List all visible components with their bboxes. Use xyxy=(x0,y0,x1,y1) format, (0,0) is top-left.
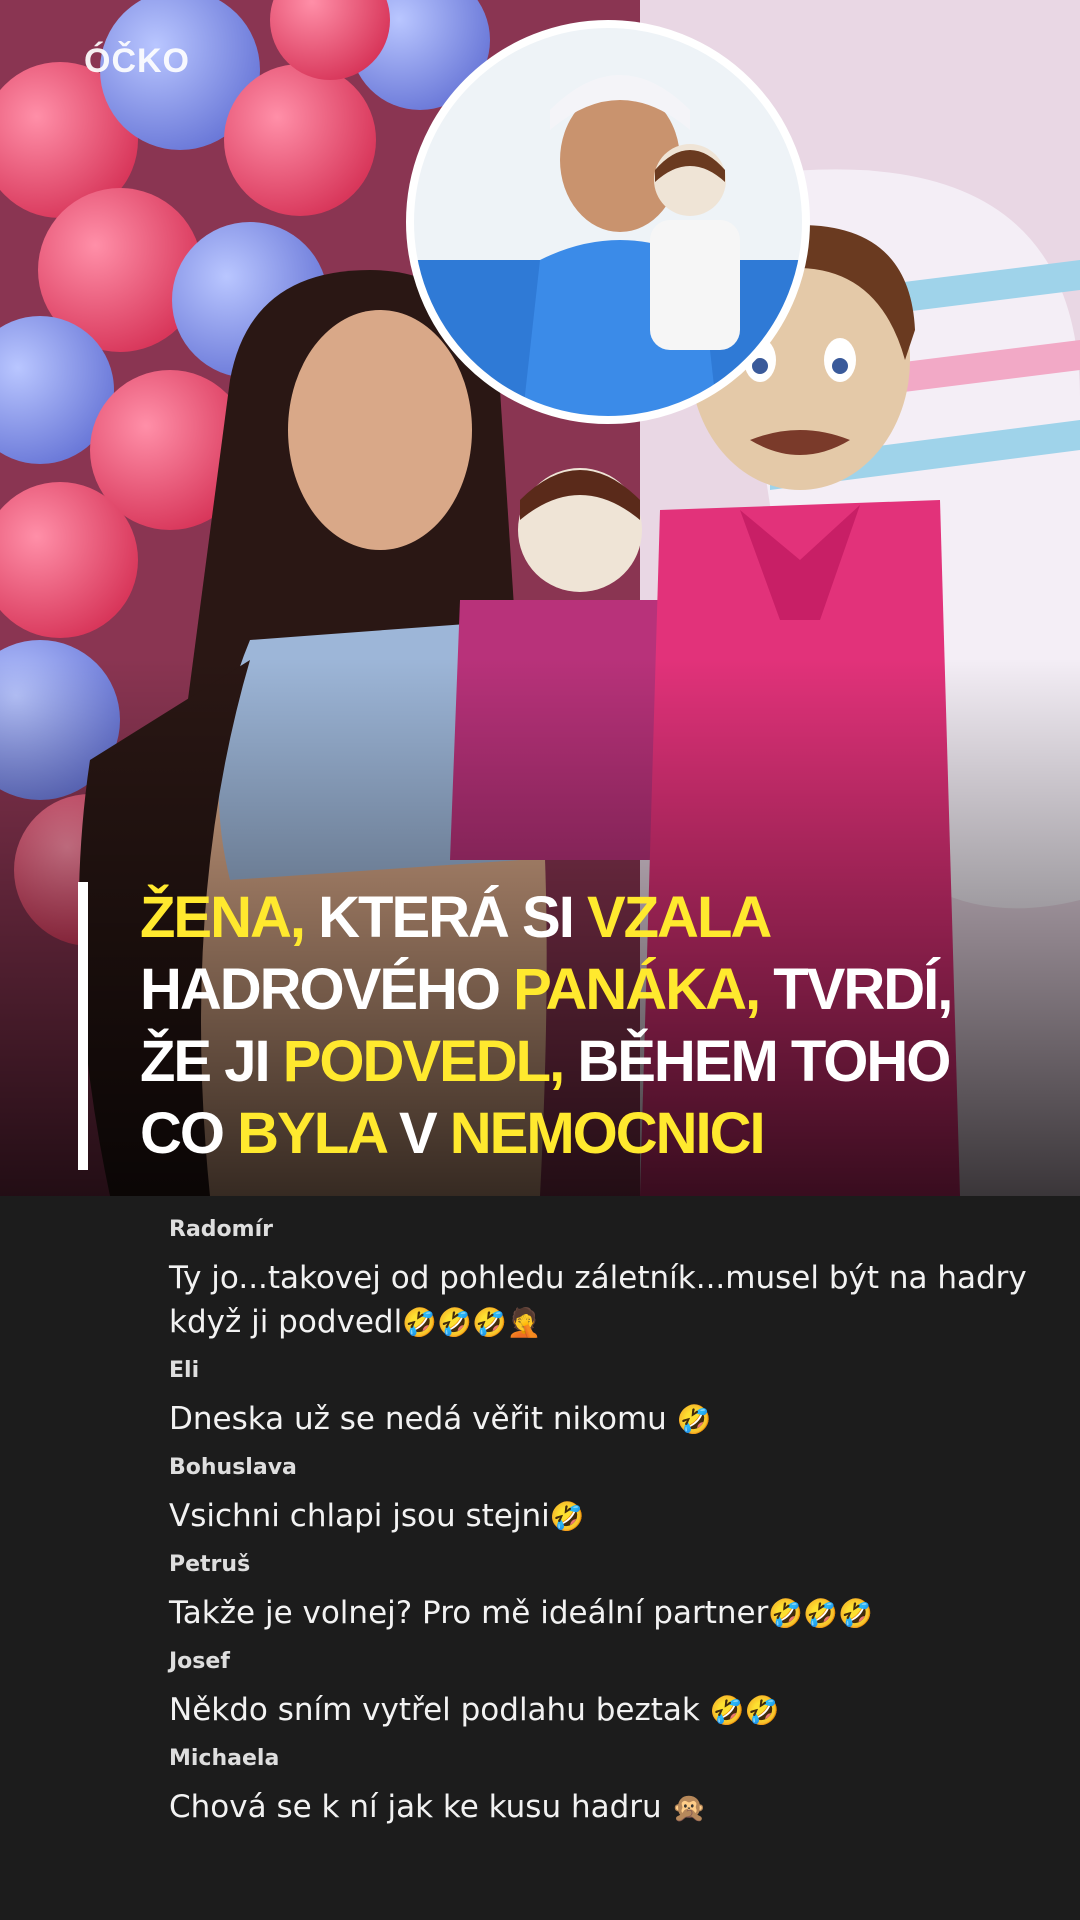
comment-author[interactable]: Bohuslava xyxy=(169,1450,1080,1486)
headline-text: že ji xyxy=(140,1029,283,1094)
comment-item: Bohuslava Vsichni chlapi jsou stejni🤣 xyxy=(169,1450,1080,1539)
headline-text: v xyxy=(384,1101,450,1166)
comment-author[interactable]: Josef xyxy=(169,1644,1080,1680)
comment-text: Ty jo...takovej od pohledu záletník...mu… xyxy=(169,1256,1049,1345)
comment-item: Michaela Chová se k ní jak ke kusu hadru … xyxy=(169,1741,1080,1830)
comment-item: Josef Někdo sním vytřel podlahu beztak 🤣🤣 xyxy=(169,1644,1080,1733)
emoji-icon: 🤣🤣🤣 xyxy=(768,1597,873,1630)
emoji-icon: 🤣🤣🤣🤦 xyxy=(402,1306,542,1339)
comment-body: Dneska už se nedá věřit nikomu xyxy=(169,1401,677,1437)
headline-highlight: nemocnici xyxy=(449,1101,766,1166)
headline-text: během toho xyxy=(563,1029,951,1094)
comment-body: Vsichni chlapi jsou stejni xyxy=(169,1498,550,1534)
headline-text: tvrdí, xyxy=(759,957,953,1022)
comment-text: Někdo sním vytřel podlahu beztak 🤣🤣 xyxy=(169,1688,1049,1733)
comment-item: Eli Dneska už se nedá věřit nikomu 🤣 xyxy=(169,1353,1080,1442)
comment-text: Chová se k ní jak ke kusu hadru 🙊 xyxy=(169,1785,1049,1830)
headline: Žena, která si vzala hadrového panáka, tv… xyxy=(78,882,1080,1170)
headline-text: která si xyxy=(318,885,587,950)
comment-body: Chová se k ní jak ke kusu hadru xyxy=(169,1789,672,1825)
headline-text: hadrového xyxy=(140,957,514,1022)
comment-author[interactable]: Radomír xyxy=(169,1212,1080,1248)
comment-text: Takže je volnej? Pro mě ideální partner🤣… xyxy=(169,1591,1049,1636)
headline-highlight: vzala xyxy=(586,885,772,950)
comment-author[interactable]: Eli xyxy=(169,1353,1080,1389)
comment-item: Radomír Ty jo...takovej od pohledu záletn… xyxy=(169,1212,1080,1345)
headline-highlight: panáka, xyxy=(513,957,761,1022)
emoji-icon: 🤣 xyxy=(549,1500,585,1533)
comments-list: Radomír Ty jo...takovej od pohledu záletn… xyxy=(0,1196,1080,1830)
comment-author[interactable]: Michaela xyxy=(169,1741,1080,1777)
emoji-icon: 🤣 xyxy=(676,1403,712,1436)
brand-logo: ÓČKO xyxy=(84,42,190,80)
headline-highlight: podvedl, xyxy=(282,1029,565,1094)
emoji-icon: 🙊 xyxy=(671,1791,707,1824)
headline-highlight: Žena, xyxy=(140,885,319,950)
headline-text: co xyxy=(140,1101,238,1166)
post-image[interactable]: ÓČKO Žena, která si vzala hadrového panák… xyxy=(0,0,1080,1196)
comment-text: Vsichni chlapi jsou stejni🤣 xyxy=(169,1494,1049,1539)
comment-item: Petruš Takže je volnej? Pro mě ideální pa… xyxy=(169,1547,1080,1636)
comment-body: Ty jo...takovej od pohledu záletník...mu… xyxy=(169,1260,1027,1340)
comment-author[interactable]: Petruš xyxy=(169,1547,1080,1583)
emoji-icon: 🤣🤣 xyxy=(709,1694,780,1727)
headline-highlight: byla xyxy=(237,1101,387,1166)
comment-body: Někdo sním vytřel podlahu beztak xyxy=(169,1692,710,1728)
comment-text: Dneska už se nedá věřit nikomu 🤣 xyxy=(169,1397,1049,1442)
comment-body: Takže je volnej? Pro mě ideální partner xyxy=(169,1595,769,1631)
